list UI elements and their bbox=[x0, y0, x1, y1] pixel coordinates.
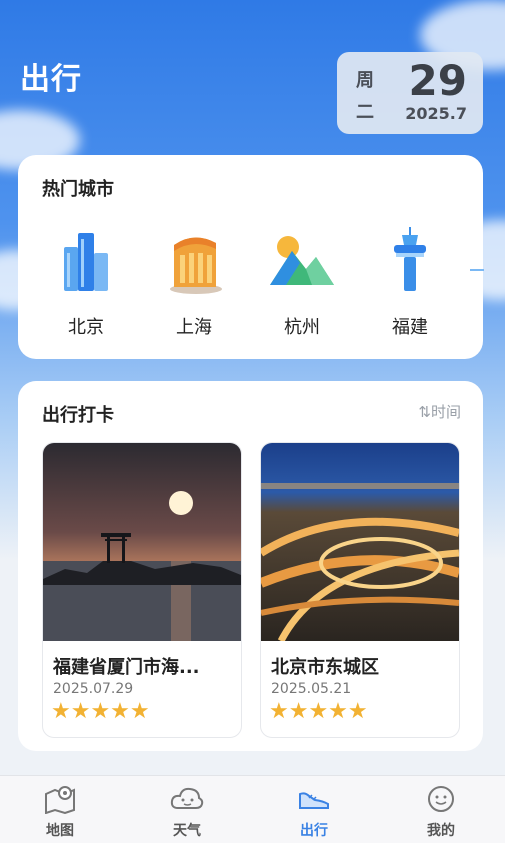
sneaker-icon bbox=[299, 792, 329, 809]
city-item-shanghai[interactable]: 上海 bbox=[149, 225, 239, 339]
city-item-beijing[interactable]: 北京 bbox=[41, 225, 131, 339]
tab-label: 天气 bbox=[173, 823, 201, 839]
city-item-hangzhou[interactable]: 杭州 bbox=[257, 225, 347, 339]
shanghai-building-icon bbox=[170, 237, 222, 294]
post-title: 北京市东城区 bbox=[271, 657, 379, 678]
tab-bar: 地图 天气 出行 我的 bbox=[0, 775, 505, 843]
day-number: 29 bbox=[408, 56, 467, 105]
checkin-post[interactable]: 福建省厦门市海... 2025.07.29 ★★★★★ bbox=[42, 442, 242, 738]
tab-mine[interactable]: 我的 bbox=[401, 784, 481, 840]
cloud-face-icon bbox=[170, 787, 204, 809]
smile-face-icon bbox=[428, 786, 454, 812]
year-month: 2025.7 bbox=[405, 104, 467, 123]
rating-stars: ★★★★★ bbox=[51, 699, 150, 724]
tab-travel[interactable]: 出行 bbox=[274, 784, 354, 840]
post-date: 2025.07.29 bbox=[53, 681, 134, 697]
beijing-buildings-icon bbox=[64, 233, 108, 291]
city-name: 杭州 bbox=[284, 317, 320, 338]
checkin-title: 出行打卡 bbox=[42, 405, 114, 426]
page-title: 出行 bbox=[20, 62, 82, 97]
tab-map[interactable]: 地图 bbox=[20, 784, 100, 840]
tab-label: 地图 bbox=[46, 823, 74, 839]
sunset-torii-sea-photo bbox=[43, 443, 241, 641]
weekday-label: 周 bbox=[356, 70, 374, 91]
fujian-tower-icon bbox=[394, 227, 426, 291]
city-item-fujian[interactable]: 福建 bbox=[365, 225, 455, 339]
checkin-post[interactable]: 北京市东城区 2025.05.21 ★★★★★ bbox=[260, 442, 460, 738]
post-title: 福建省厦门市海... bbox=[53, 657, 200, 678]
checkin-card: 出行打卡 ⇅时间 福建省厦门市海... 2025.07.29 ★★★★★ 北京市… bbox=[18, 381, 483, 751]
city-name: 福建 bbox=[392, 317, 428, 338]
map-pin-icon bbox=[45, 786, 75, 814]
hot-cities-title: 热门城市 bbox=[42, 179, 114, 200]
city-interchange-night-photo bbox=[261, 443, 459, 641]
sort-by-time-button[interactable]: ⇅时间 bbox=[418, 401, 461, 422]
tab-label: 出行 bbox=[300, 823, 328, 839]
tab-weather[interactable]: 天气 bbox=[147, 784, 227, 840]
post-date: 2025.05.21 bbox=[271, 681, 352, 697]
weekday-value: 二 bbox=[356, 102, 374, 123]
sort-label: 时间 bbox=[430, 403, 461, 421]
city-list: 北京 上海 杭州 福建 bbox=[18, 225, 484, 350]
hot-cities-card: 热门城市 北京 上海 杭州 福建 bbox=[18, 155, 484, 359]
tab-label: 我的 bbox=[427, 823, 455, 839]
rating-stars: ★★★★★ bbox=[269, 699, 368, 724]
more-cities-arrow-icon[interactable] bbox=[470, 265, 484, 275]
date-card: 周 二 29 2025.7 bbox=[337, 52, 483, 134]
hangzhou-mountain-icon bbox=[270, 236, 334, 285]
sort-icon: ⇅ bbox=[418, 403, 431, 421]
city-name: 北京 bbox=[68, 317, 104, 338]
city-name: 上海 bbox=[176, 317, 212, 338]
